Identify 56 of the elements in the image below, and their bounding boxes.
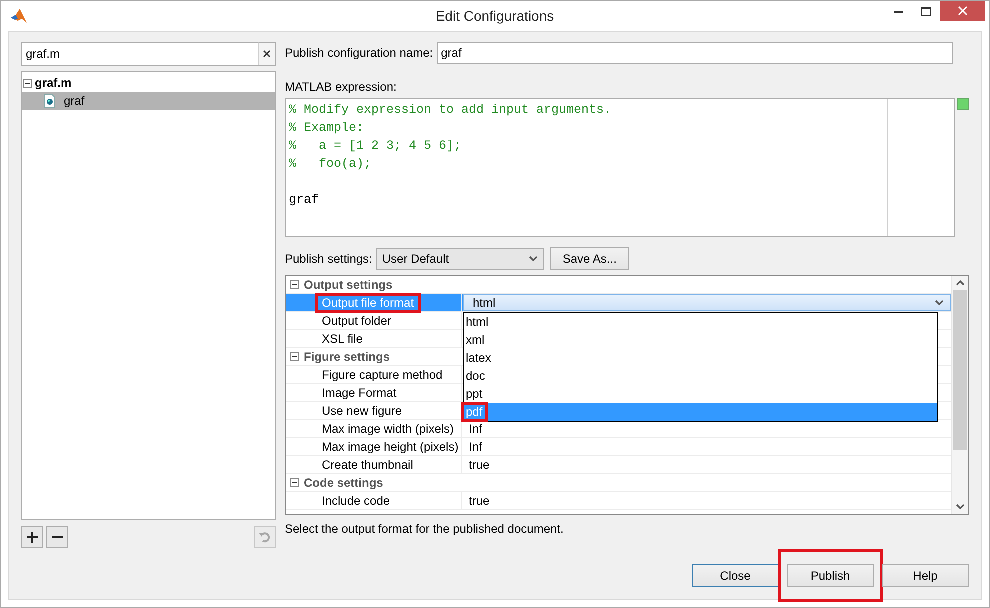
collapse-icon[interactable] [23, 78, 32, 88]
status-indicator-icon [957, 98, 969, 110]
remove-button[interactable] [46, 526, 68, 548]
collapse-icon[interactable] [290, 478, 299, 487]
tree-item[interactable]: graf.m [35, 76, 72, 90]
scrollbar-thumb[interactable] [953, 290, 967, 450]
section-title: Code settings [304, 476, 384, 490]
description-text: Select the output format for the published document. [285, 522, 565, 536]
window-title: Edit Configurations [436, 8, 554, 24]
property-value: Inf [469, 440, 482, 454]
code-comment: % foo(a); [289, 157, 372, 171]
code-comment: % a = [1 2 3; 4 5 6]; [289, 139, 462, 153]
code-comment: % Modify expression to add input arguments. [289, 103, 612, 117]
property-name[interactable]: Max image width (pixels) [318, 422, 458, 436]
plus-icon [26, 532, 38, 542]
collapse-icon[interactable] [290, 352, 299, 361]
publish-settings-dropdown[interactable]: User Default [376, 248, 544, 270]
dialog-button[interactable]: Publish [787, 564, 874, 587]
publish-settings-label: Publish settings: [285, 252, 372, 266]
property-name[interactable]: Output folder [318, 314, 396, 328]
minimize-icon [894, 10, 902, 12]
matlab-logo-icon [10, 8, 28, 24]
clear-icon[interactable] [258, 42, 276, 66]
close-icon [958, 6, 968, 16]
code-comment: % Example: [289, 121, 364, 135]
undo-icon [259, 531, 271, 543]
property-name[interactable]: Include code [318, 494, 394, 508]
format-dropdown[interactable]: html [463, 294, 951, 311]
collapse-icon[interactable] [290, 280, 299, 289]
dialog-button[interactable]: Close [692, 564, 779, 587]
property-name[interactable]: Figure capture method [318, 368, 447, 382]
script-file-icon [44, 94, 56, 108]
caret-icon [529, 256, 538, 262]
property-value: Inf [469, 422, 482, 436]
caret-icon [935, 300, 944, 306]
property-name[interactable]: Use new figure [318, 404, 406, 418]
add-button[interactable] [21, 526, 43, 548]
config-name-label: Publish configuration name: [285, 46, 434, 60]
tree-item[interactable]: graf [22, 92, 275, 110]
property-value: true [469, 458, 490, 472]
save-as-button[interactable]: Save As... [550, 247, 630, 270]
code-line: graf [289, 193, 320, 207]
maximize-icon [921, 6, 931, 16]
config-name-field[interactable]: graf [437, 42, 954, 64]
search-field[interactable]: graf.m [21, 42, 258, 66]
property-name[interactable]: Max image height (pixels) [318, 440, 463, 454]
expression-label: MATLAB expression: [285, 80, 398, 94]
expression-editor[interactable]: % Modify expression to add input arguments. % Example: % a = [1 2 3; 4 5 6]; % foo(a); graf [285, 98, 955, 237]
section-title: Output settings [304, 278, 393, 292]
section-title: Figure settings [304, 350, 390, 364]
property-name[interactable]: XSL file [318, 332, 367, 346]
close-button[interactable] [940, 1, 985, 21]
property-value: true [469, 494, 490, 508]
dialog-button[interactable]: Help [882, 564, 969, 587]
property-name[interactable]: Image Format [318, 386, 401, 400]
property-name[interactable]: Create thumbnail [318, 458, 418, 472]
